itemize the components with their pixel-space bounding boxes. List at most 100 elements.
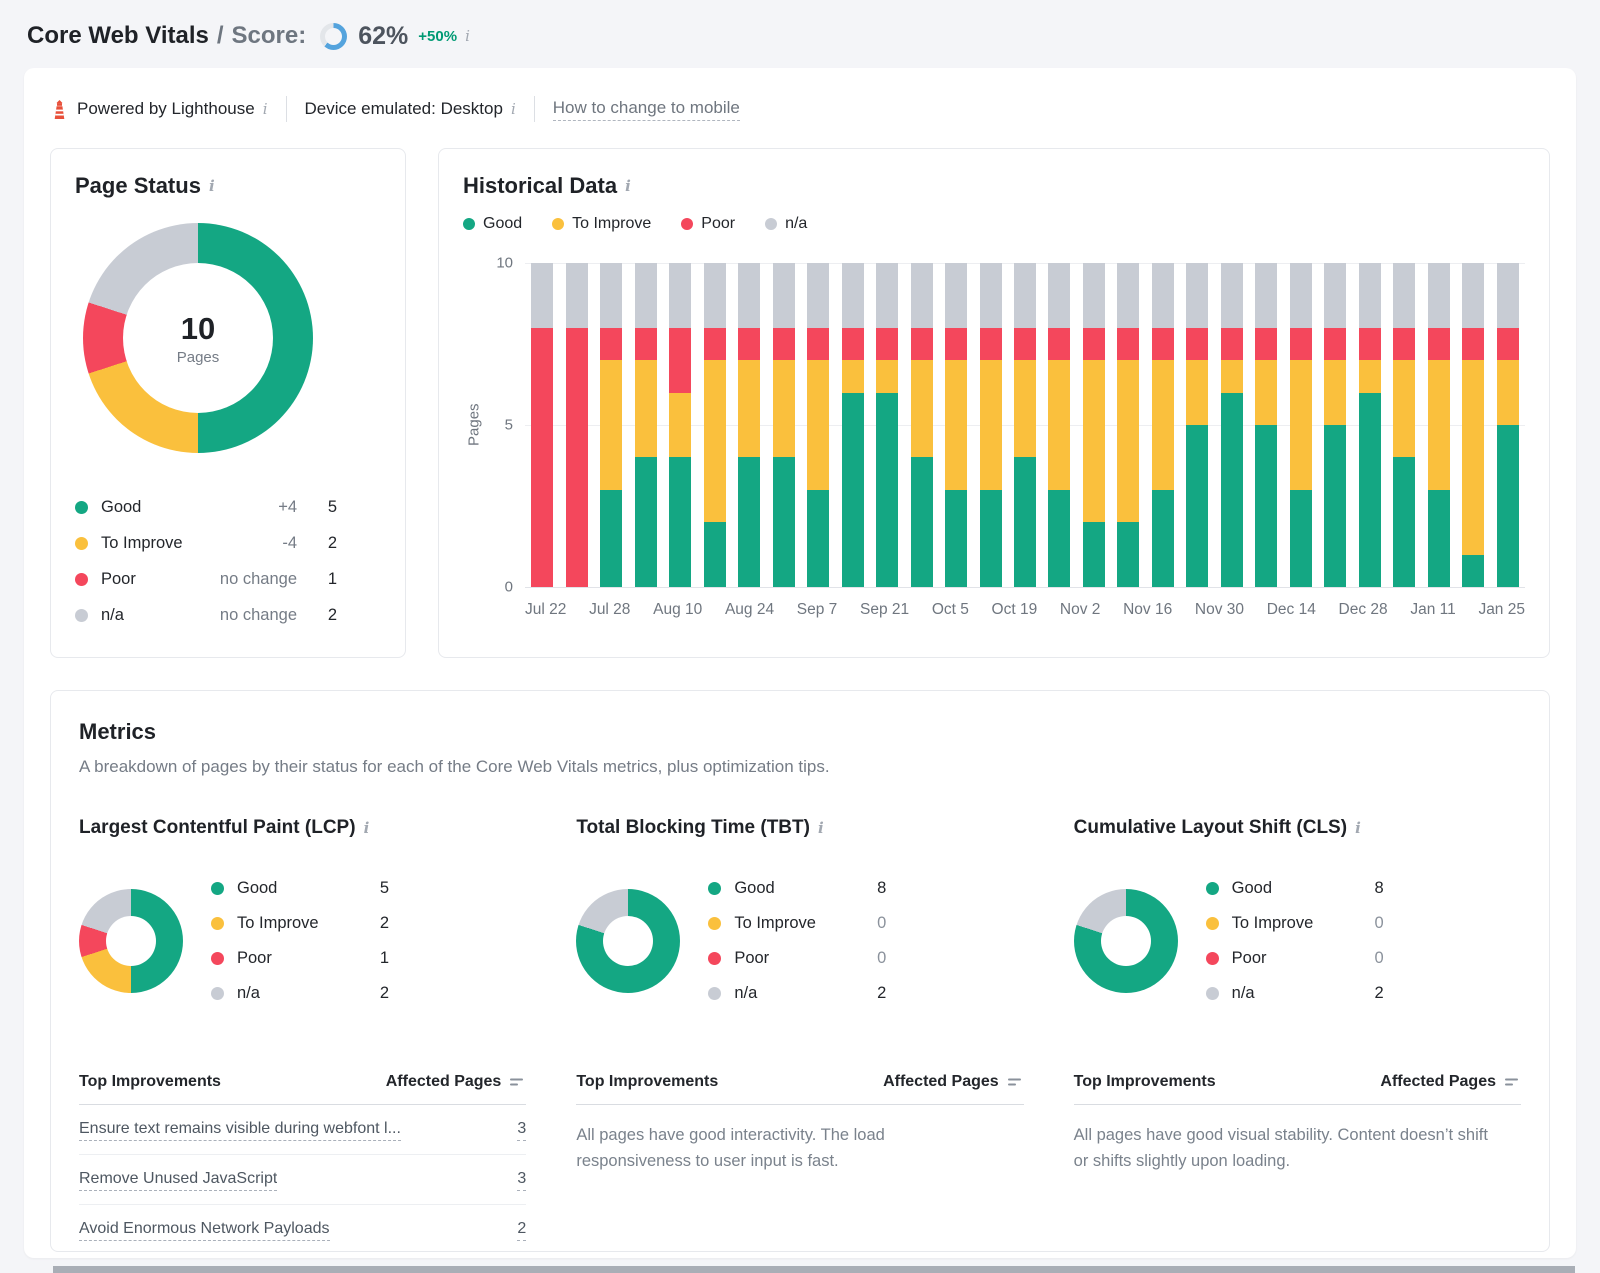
stacked-bar[interactable]: [980, 263, 1002, 587]
bar-segment: [980, 263, 1002, 328]
affected-pages-header[interactable]: Affected Pages: [883, 1073, 999, 1091]
lcp-improvements-table: Top Improvements Affected Pages Ensure t…: [79, 1073, 526, 1254]
sort-icon[interactable]: [1008, 1076, 1024, 1088]
change-to-mobile-link[interactable]: How to change to mobile: [553, 98, 740, 121]
plot-area: [525, 263, 1525, 587]
stacked-bar[interactable]: [635, 263, 657, 587]
affected-pages-count[interactable]: 2: [517, 1220, 526, 1241]
page-status-title-row: Page Status i: [75, 173, 381, 199]
bar-segment: [1083, 522, 1105, 587]
x-tick-label: [837, 601, 860, 619]
stacked-bar[interactable]: [911, 263, 933, 587]
bar-segment: [635, 360, 657, 457]
improvement-link[interactable]: Ensure text remains visible during webfo…: [79, 1120, 401, 1141]
affected-pages-header[interactable]: Affected Pages: [386, 1073, 502, 1091]
bar-segment: [1462, 360, 1484, 554]
legend-value: 2: [297, 606, 337, 625]
stacked-bar[interactable]: [1428, 263, 1450, 587]
legend-value: 5: [297, 498, 337, 517]
affected-pages-count[interactable]: 3: [517, 1170, 526, 1191]
lcp-info-icon[interactable]: i: [364, 819, 370, 837]
tbt-info-icon[interactable]: i: [818, 819, 824, 837]
stacked-bar[interactable]: [1117, 263, 1139, 587]
stacked-bar[interactable]: [773, 263, 795, 587]
bar-cell: [1249, 263, 1283, 587]
bar-cell: [594, 263, 628, 587]
bar-segment: [980, 490, 1002, 587]
affected-pages-count[interactable]: 3: [517, 1120, 526, 1141]
stacked-bar[interactable]: [600, 263, 622, 587]
bar-segment: [807, 263, 829, 328]
stacked-bar[interactable]: [1393, 263, 1415, 587]
bar-segment: [600, 360, 622, 490]
stacked-bar[interactable]: [1324, 263, 1346, 587]
x-tick-label: [1456, 601, 1479, 619]
metric-cls: Cumulative Layout Shift (CLS) i Good 8: [1074, 817, 1521, 1254]
stacked-bar[interactable]: [738, 263, 760, 587]
stacked-bar[interactable]: [669, 263, 691, 587]
legend-label: Good: [734, 879, 774, 898]
x-tick-label: Sep 21: [860, 601, 909, 619]
score-info-icon[interactable]: i: [465, 27, 470, 45]
metrics-grid: Largest Contentful Paint (LCP) i Good 5: [79, 817, 1521, 1254]
sort-icon[interactable]: [510, 1076, 526, 1088]
x-tick-label: [566, 601, 589, 619]
stacked-bar[interactable]: [1083, 263, 1105, 587]
metrics-subtitle: A breakdown of pages by their status for…: [79, 757, 1521, 777]
bar-cell: [1077, 263, 1111, 587]
stacked-bar[interactable]: [1359, 263, 1381, 587]
bar-segment: [1117, 360, 1139, 522]
stacked-bar[interactable]: [1221, 263, 1243, 587]
bar-segment: [1048, 263, 1070, 328]
powered-by-info-icon[interactable]: i: [263, 100, 268, 118]
stacked-bar[interactable]: [1048, 263, 1070, 587]
stacked-bar[interactable]: [1014, 263, 1036, 587]
stacked-bar[interactable]: [704, 263, 726, 587]
cls-donut-wrap: [1074, 889, 1178, 993]
device-emulated-label: Device emulated: Desktop: [305, 99, 503, 119]
na-dot: [1206, 987, 1219, 1000]
stacked-bar[interactable]: [945, 263, 967, 587]
improvement-link[interactable]: Remove Unused JavaScript: [79, 1170, 277, 1191]
legend-row: To Improve 0: [708, 906, 886, 941]
cls-info-icon[interactable]: i: [1355, 819, 1361, 837]
stacked-bar[interactable]: [566, 263, 588, 587]
historical-info-icon[interactable]: i: [625, 177, 631, 195]
stacked-bar[interactable]: [842, 263, 864, 587]
bar-segment: [842, 360, 864, 392]
improvement-link[interactable]: Avoid Enormous Network Payloads: [79, 1220, 330, 1241]
stacked-bar[interactable]: [807, 263, 829, 587]
powered-by-label: Powered by Lighthouse: [77, 99, 255, 119]
stacked-bar[interactable]: [1186, 263, 1208, 587]
bar-segment: [1221, 360, 1243, 392]
x-tick-label: [1037, 601, 1060, 619]
legend-row-to-improve: To Improve -4 2: [75, 525, 337, 561]
stacked-bar[interactable]: [531, 263, 553, 587]
stacked-bar[interactable]: [876, 263, 898, 587]
bar-segment: [1255, 425, 1277, 587]
device-info-icon[interactable]: i: [511, 100, 516, 118]
score-ring-chart: [320, 23, 347, 50]
x-tick-label: [1100, 601, 1123, 619]
bar-segment: [1428, 490, 1450, 587]
good-dot: [75, 501, 88, 514]
legend-value: 2: [369, 984, 389, 1003]
stacked-bar[interactable]: [1290, 263, 1312, 587]
bar-cell: [628, 263, 662, 587]
affected-pages-header[interactable]: Affected Pages: [1380, 1073, 1496, 1091]
stacked-bar[interactable]: [1255, 263, 1277, 587]
cls-legend: Good 8 To Improve 0 Poor 0: [1206, 871, 1384, 1011]
stacked-bar[interactable]: [1497, 263, 1519, 587]
stacked-bar[interactable]: [1462, 263, 1484, 587]
bar-segment: [704, 328, 726, 360]
bar-segment: [1428, 263, 1450, 328]
page-status-info-icon[interactable]: i: [209, 177, 215, 195]
bar-segment: [600, 263, 622, 328]
bar-segment: [1255, 360, 1277, 425]
device-emulated: Device emulated: Desktop i: [305, 99, 516, 119]
bar-segment: [1393, 457, 1415, 587]
bar-segment: [1117, 522, 1139, 587]
bar-cell: [1318, 263, 1352, 587]
stacked-bar[interactable]: [1152, 263, 1174, 587]
sort-icon[interactable]: [1505, 1076, 1521, 1088]
